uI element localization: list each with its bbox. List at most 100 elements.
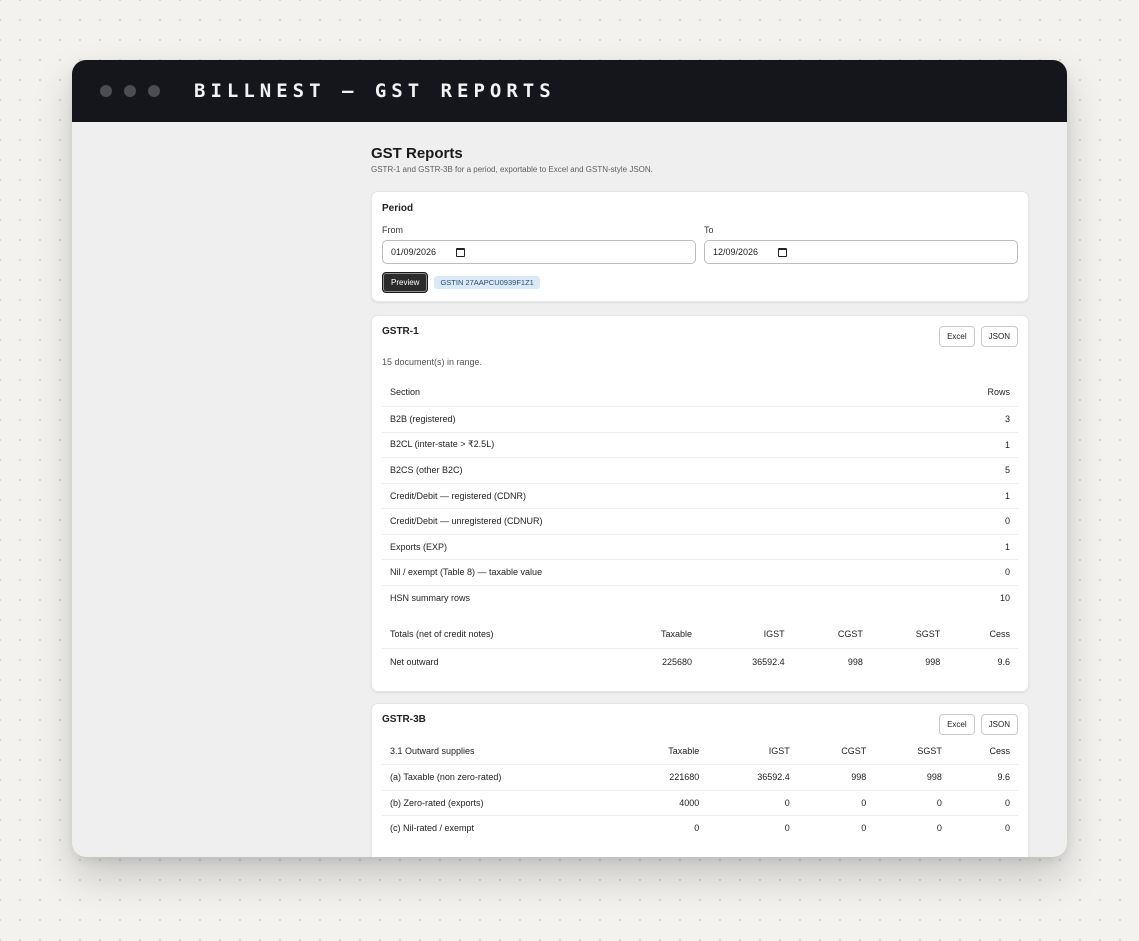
section-name: HSN summary rows bbox=[382, 584, 900, 610]
document-count: 15 document(s) in range. bbox=[382, 357, 483, 367]
gstr3b-excel-button[interactable]: Excel bbox=[939, 714, 975, 735]
gstr1-json-button[interactable]: JSON bbox=[980, 326, 1018, 347]
cgst-value: 998 bbox=[797, 764, 875, 790]
table-header-row: Totals (net of credit notes) Taxable IGS… bbox=[382, 620, 1018, 649]
table-row: (a) Taxable (non zero-rated) 221680 3659… bbox=[382, 764, 1018, 790]
cgst-header: CGST bbox=[837, 629, 863, 639]
gstr1-totals-table: Totals (net of credit notes) Taxable IGS… bbox=[382, 620, 1018, 674]
taxable-value: 221680 bbox=[619, 764, 708, 790]
app-window: BILLNEST — GST REPORTS GST Reports GSTR-… bbox=[72, 60, 1067, 857]
gstr3b-card: GSTR-3B Excel JSON 3.1 Outward supplies … bbox=[371, 703, 1029, 857]
period-card: Period From 01/09/2026 To 12/09/2026 Pre… bbox=[371, 191, 1029, 302]
cess-value: 9.6 bbox=[949, 764, 1018, 790]
window-control-maximize[interactable] bbox=[148, 85, 160, 97]
main-content: GST Reports GSTR-1 and GSTR-3B for a per… bbox=[371, 122, 1029, 857]
from-date-value: 01/09/2026 bbox=[391, 247, 437, 257]
taxable-value: 4000 bbox=[619, 789, 708, 816]
taxable-header: Taxable bbox=[660, 629, 692, 639]
section-rows: 0 bbox=[899, 559, 1018, 585]
table-header-row: 3.1 Outward supplies Taxable IGST CGST S… bbox=[382, 738, 1018, 765]
to-date-input[interactable]: 12/09/2026 bbox=[704, 240, 1018, 264]
supply-type: (a) Taxable (non zero-rated) bbox=[382, 764, 620, 790]
rows-header: Rows bbox=[987, 387, 1010, 397]
table-row: Credit/Debit — registered (CDNR) 1 bbox=[382, 482, 1018, 509]
preview-button[interactable]: Preview bbox=[382, 272, 429, 293]
table-header-row: Section Rows bbox=[382, 378, 1018, 407]
igst-value: 0 bbox=[707, 789, 798, 816]
igst-value: 36592.4 bbox=[699, 648, 793, 674]
section-rows: 1 bbox=[899, 431, 1018, 458]
table-row: Exports (EXP) 1 bbox=[382, 533, 1018, 560]
section-rows: 1 bbox=[899, 482, 1018, 509]
section-name: B2CL (inter-state > ₹2.5L) bbox=[382, 431, 900, 458]
outward-supplies-header: 3.1 Outward supplies bbox=[390, 746, 475, 756]
table-row: Net outward 225680 36592.4 998 998 9.6 bbox=[382, 648, 1018, 674]
page-title: GST Reports bbox=[371, 145, 463, 162]
igst-header: IGST bbox=[763, 629, 785, 639]
calendar-icon[interactable] bbox=[778, 247, 788, 257]
gstr1-sections-table: Section Rows B2B (registered) 3 B2CL (in… bbox=[382, 378, 1018, 610]
table-row: (b) Zero-rated (exports) 4000 0 0 0 0 bbox=[382, 789, 1018, 816]
gstr3b-json-button[interactable]: JSON bbox=[980, 714, 1018, 735]
igst-header: IGST bbox=[768, 746, 790, 756]
supply-type: (b) Zero-rated (exports) bbox=[382, 789, 620, 816]
cess-value: 0 bbox=[949, 789, 1018, 816]
sgst-value: 0 bbox=[874, 789, 950, 816]
gstr3b-outward-table: 3.1 Outward supplies Taxable IGST CGST S… bbox=[382, 738, 1018, 841]
table-row: B2B (registered) 3 bbox=[382, 406, 1018, 432]
sgst-value: 0 bbox=[874, 815, 950, 841]
sgst-header: SGST bbox=[917, 746, 942, 756]
from-date-input[interactable]: 01/09/2026 bbox=[382, 240, 696, 264]
totals-row-label: Net outward bbox=[382, 648, 611, 674]
title-bar: BILLNEST — GST REPORTS bbox=[72, 60, 1067, 122]
table-row: Credit/Debit — unregistered (CDNUR) 0 bbox=[382, 508, 1018, 534]
cgst-value: 0 bbox=[797, 789, 875, 816]
section-name: Exports (EXP) bbox=[382, 533, 900, 560]
gstr1-excel-button[interactable]: Excel bbox=[939, 326, 975, 347]
section-name: B2B (registered) bbox=[382, 406, 900, 432]
supply-type: (c) Nil-rated / exempt bbox=[382, 815, 620, 841]
from-label: From bbox=[382, 225, 403, 235]
sgst-value: 998 bbox=[874, 764, 950, 790]
gstr1-card: GSTR-1 Excel JSON 15 document(s) in rang… bbox=[371, 315, 1029, 692]
section-rows: 0 bbox=[899, 508, 1018, 534]
section-rows: 5 bbox=[899, 457, 1018, 483]
gstr3b-title: GSTR-3B bbox=[382, 714, 426, 725]
section-name: Credit/Debit — unregistered (CDNUR) bbox=[382, 508, 900, 534]
taxable-header: Taxable bbox=[668, 746, 700, 756]
cess-header: Cess bbox=[989, 746, 1010, 756]
section-name: Credit/Debit — registered (CDNR) bbox=[382, 482, 900, 509]
cess-value: 9.6 bbox=[948, 648, 1018, 674]
table-row: (c) Nil-rated / exempt 0 0 0 0 0 bbox=[382, 815, 1018, 841]
sgst-header: SGST bbox=[915, 629, 941, 639]
gstr1-title: GSTR-1 bbox=[382, 326, 419, 337]
to-date-value: 12/09/2026 bbox=[713, 247, 759, 257]
window-control-minimize[interactable] bbox=[124, 85, 136, 97]
gstin-badge: GSTIN 27AAPCU0939F1Z1 bbox=[434, 276, 540, 289]
from-field-group: From 01/09/2026 bbox=[382, 225, 696, 264]
window-control-close[interactable] bbox=[100, 85, 112, 97]
section-rows: 3 bbox=[899, 406, 1018, 432]
taxable-value: 225680 bbox=[610, 648, 700, 674]
section-rows: 10 bbox=[899, 584, 1018, 610]
to-label: To bbox=[704, 225, 714, 235]
section-rows: 1 bbox=[899, 533, 1018, 560]
table-row: Nil / exempt (Table 8) — taxable value 0 bbox=[382, 559, 1018, 585]
app-title: BILLNEST — GST REPORTS bbox=[194, 80, 556, 102]
period-title: Period bbox=[382, 203, 414, 214]
section-name: B2CS (other B2C) bbox=[382, 457, 900, 483]
table-row: B2CL (inter-state > ₹2.5L) 1 bbox=[382, 431, 1018, 458]
totals-header-label: Totals (net of credit notes) bbox=[390, 629, 494, 639]
calendar-icon[interactable] bbox=[456, 247, 466, 257]
table-row: B2CS (other B2C) 5 bbox=[382, 457, 1018, 483]
igst-value: 0 bbox=[707, 815, 798, 841]
igst-value: 36592.4 bbox=[707, 764, 798, 790]
section-name: Nil / exempt (Table 8) — taxable value bbox=[382, 559, 900, 585]
cess-value: 0 bbox=[949, 815, 1018, 841]
cgst-header: CGST bbox=[841, 746, 867, 756]
section-header: Section bbox=[390, 387, 421, 397]
table-row: HSN summary rows 10 bbox=[382, 584, 1018, 610]
sgst-value: 998 bbox=[870, 648, 949, 674]
cgst-value: 998 bbox=[792, 648, 871, 674]
page-subtitle: GSTR-1 and GSTR-3B for a period, exporta… bbox=[371, 165, 653, 174]
